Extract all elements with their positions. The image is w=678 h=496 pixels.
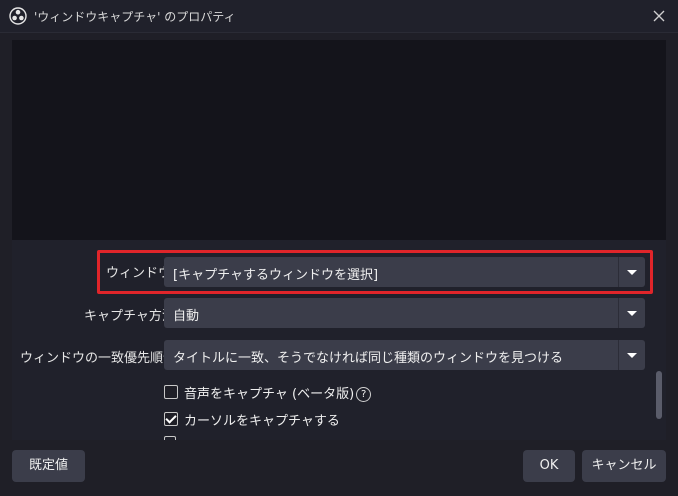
defaults-button[interactable]: 既定値 xyxy=(12,450,85,482)
capture-cursor-checkbox[interactable] xyxy=(164,412,178,426)
cancel-button[interactable]: キャンセル xyxy=(582,450,666,482)
highlight-box xyxy=(97,250,653,294)
match-priority-label: ウィンドウの一致優先順位 xyxy=(20,351,177,366)
capture-audio-checkbox[interactable] xyxy=(164,385,178,399)
capture-method-value: 自動 xyxy=(173,309,200,324)
match-priority-value: タイトルに一致、そうでなければ同じ種類のウィンドウを見つける xyxy=(173,351,564,366)
capture-method-select[interactable]: 自動 xyxy=(164,298,645,328)
source-preview xyxy=(12,40,666,240)
chevron-down-icon xyxy=(627,353,637,358)
capture-audio-label: 音声をキャプチャ (ベータ版) xyxy=(184,387,355,402)
capture-cursor-label: カーソルをキャプチャする xyxy=(184,414,340,429)
chevron-down-icon xyxy=(627,311,637,316)
ok-button[interactable]: OK xyxy=(523,450,575,482)
clipped-checkbox xyxy=(164,436,176,440)
title-bar: 'ウィンドウキャプチャ' のプロパティ xyxy=(0,0,678,33)
scrollbar-thumb[interactable] xyxy=(656,371,662,419)
close-icon[interactable] xyxy=(650,7,668,25)
window-title: 'ウィンドウキャプチャ' のプロパティ xyxy=(34,10,236,24)
help-icon[interactable]: ? xyxy=(356,387,372,402)
clipped-next-row xyxy=(164,436,324,440)
capture-method-label: キャプチャ方法 xyxy=(84,309,175,324)
obs-logo-icon xyxy=(9,7,27,25)
match-priority-select[interactable]: タイトルに一致、そうでなければ同じ種類のウィンドウを見つける xyxy=(164,340,645,370)
